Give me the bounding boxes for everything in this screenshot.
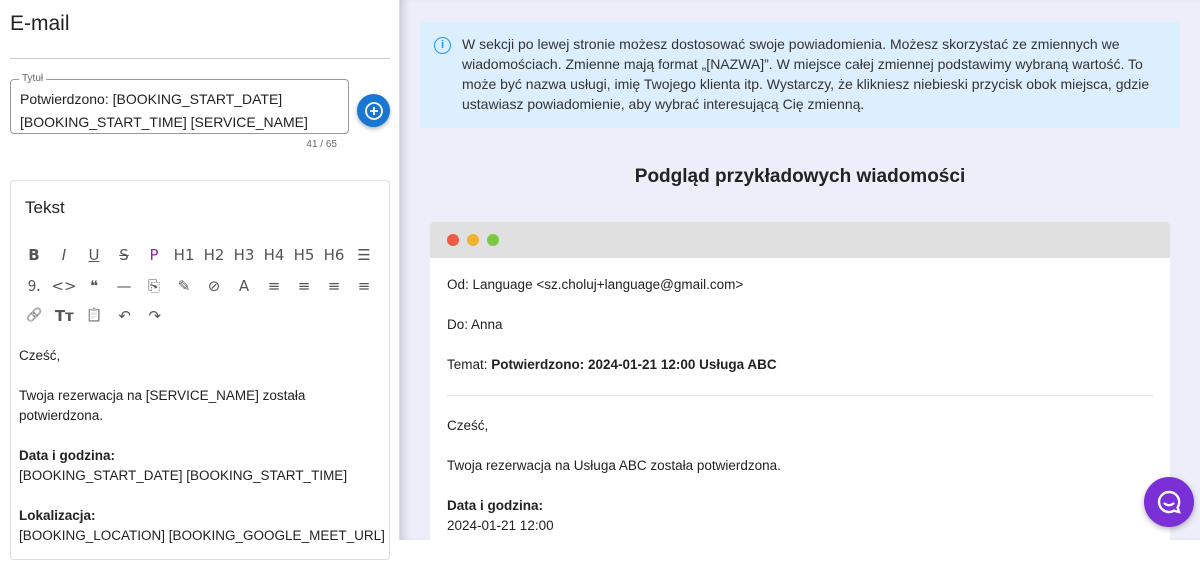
- clear-format-icon[interactable]: ⊘: [199, 276, 229, 296]
- toolbar-row-3: 🔗 Tт 📋 ↶ ↷: [19, 306, 379, 326]
- h3-icon[interactable]: H3: [229, 245, 259, 265]
- bold-icon[interactable]: B: [19, 245, 49, 265]
- email-from: Od: Language <sz.choluj+language@gmail.c…: [447, 277, 744, 292]
- char-counter: 41 / 65: [306, 139, 337, 150]
- toolbar-row-1: B I U S P H1 H2 H3 H4 H5 H6 ☰: [19, 245, 379, 265]
- h4-icon[interactable]: H4: [259, 245, 289, 265]
- preview-panel: i W sekcji po lewej stronie możesz dosto…: [400, 0, 1200, 552]
- email-date-label: Data i godzina:: [447, 498, 544, 513]
- location-label: Lokalizacja:: [19, 508, 96, 523]
- subject-label: Temat:: [447, 357, 492, 372]
- paragraph-icon[interactable]: P: [139, 245, 169, 265]
- email-greeting: Cześć,: [447, 418, 489, 433]
- email-preview: Od: Language <sz.choluj+language@gmail.c…: [430, 222, 1170, 552]
- email-body-line: Twoja rezerwacja na Usługa ABC została p…: [447, 458, 781, 473]
- clipboard-icon[interactable]: 📋: [79, 306, 109, 326]
- insert-variable-button[interactable]: [357, 94, 390, 127]
- maximize-dot-icon: [487, 234, 499, 246]
- location-value: [BOOKING_LOCATION] [BOOKING_GOOGLE_MEET_…: [19, 528, 385, 543]
- editor-panel: E-mail Tytuł Potwierdzono: [BOOKING_STAR…: [0, 0, 400, 560]
- page-break-icon[interactable]: ⎘: [139, 276, 169, 296]
- window-bar: [430, 222, 1170, 258]
- chat-bubble-icon: [1157, 490, 1181, 514]
- redo-icon[interactable]: ↷: [140, 306, 170, 326]
- h2-icon[interactable]: H2: [199, 245, 229, 265]
- align-justify-icon[interactable]: ≡: [349, 276, 379, 296]
- strikethrough-icon[interactable]: S: [109, 245, 139, 265]
- h5-icon[interactable]: H5: [289, 245, 319, 265]
- close-dot-icon: [447, 234, 459, 246]
- blockquote-icon[interactable]: ❝: [79, 276, 109, 296]
- email-date-value: 2024-01-21 12:00: [447, 518, 554, 533]
- text-color-icon[interactable]: A: [229, 276, 259, 296]
- align-left-icon[interactable]: ≡: [259, 276, 289, 296]
- font-size-icon[interactable]: Tт: [49, 306, 79, 326]
- toolbar-row-2: ⒐ <> ❝ — ⎘ ✎ ⊘ A ≡ ≡ ≡ ≡: [19, 276, 379, 296]
- link-icon[interactable]: 🔗: [19, 306, 49, 326]
- divider: [447, 395, 1153, 396]
- align-center-icon[interactable]: ≡: [319, 276, 349, 296]
- email-subject: Potwierdzono: 2024-01-21 12:00 Usługa AB…: [491, 357, 777, 372]
- date-value: [BOOKING_START_DATE] [BOOKING_START_TIME…: [19, 468, 348, 483]
- info-icon: i: [434, 37, 451, 54]
- title-input[interactable]: Tytuł Potwierdzono: [BOOKING_START_DATE]…: [10, 72, 349, 134]
- info-text: W sekcji po lewej stronie możesz dostoso…: [462, 36, 1150, 112]
- minimize-dot-icon: [467, 234, 479, 246]
- code-icon[interactable]: <>: [49, 276, 79, 296]
- info-alert: i W sekcji po lewej stronie możesz dosto…: [420, 22, 1180, 128]
- text-editor-card: Tekst B I U S P H1 H2 H3 H4 H5 H6 ☰ ⒐ <>…: [10, 180, 390, 560]
- email-to: Do: Anna: [447, 317, 503, 332]
- card-title: Tekst: [25, 198, 65, 217]
- ordered-list-icon[interactable]: ⒐: [19, 276, 49, 296]
- date-label: Data i godzina:: [19, 448, 116, 463]
- title-input-label: Tytuł: [19, 72, 47, 86]
- highlight-icon[interactable]: ✎: [169, 276, 199, 296]
- divider: [10, 58, 390, 59]
- align-right-icon[interactable]: ≡: [289, 276, 319, 296]
- preview-heading: Podgląd przykładowych wiadomości: [634, 166, 966, 187]
- italic-icon[interactable]: I: [49, 245, 79, 265]
- undo-icon[interactable]: ↶: [110, 306, 140, 326]
- body-line: Twoja rezerwacja na [SERVICE_NAME] zosta…: [19, 388, 306, 423]
- greeting: Cześć,: [19, 348, 61, 363]
- title-input-value: Potwierdzono: [BOOKING_START_DATE] [BOOK…: [20, 91, 308, 130]
- plus-circle-icon: [364, 101, 383, 120]
- h1-icon[interactable]: H1: [169, 245, 199, 265]
- h6-icon[interactable]: H6: [319, 245, 349, 265]
- editor-content[interactable]: Cześć, Twoja rezerwacja na [SERVICE_NAME…: [19, 346, 389, 566]
- bullet-list-icon[interactable]: ☰: [349, 245, 379, 265]
- underline-icon[interactable]: U: [79, 245, 109, 265]
- chat-button[interactable]: [1144, 477, 1194, 527]
- page-title: E-mail: [10, 12, 70, 35]
- horizontal-rule-icon[interactable]: —: [109, 276, 139, 296]
